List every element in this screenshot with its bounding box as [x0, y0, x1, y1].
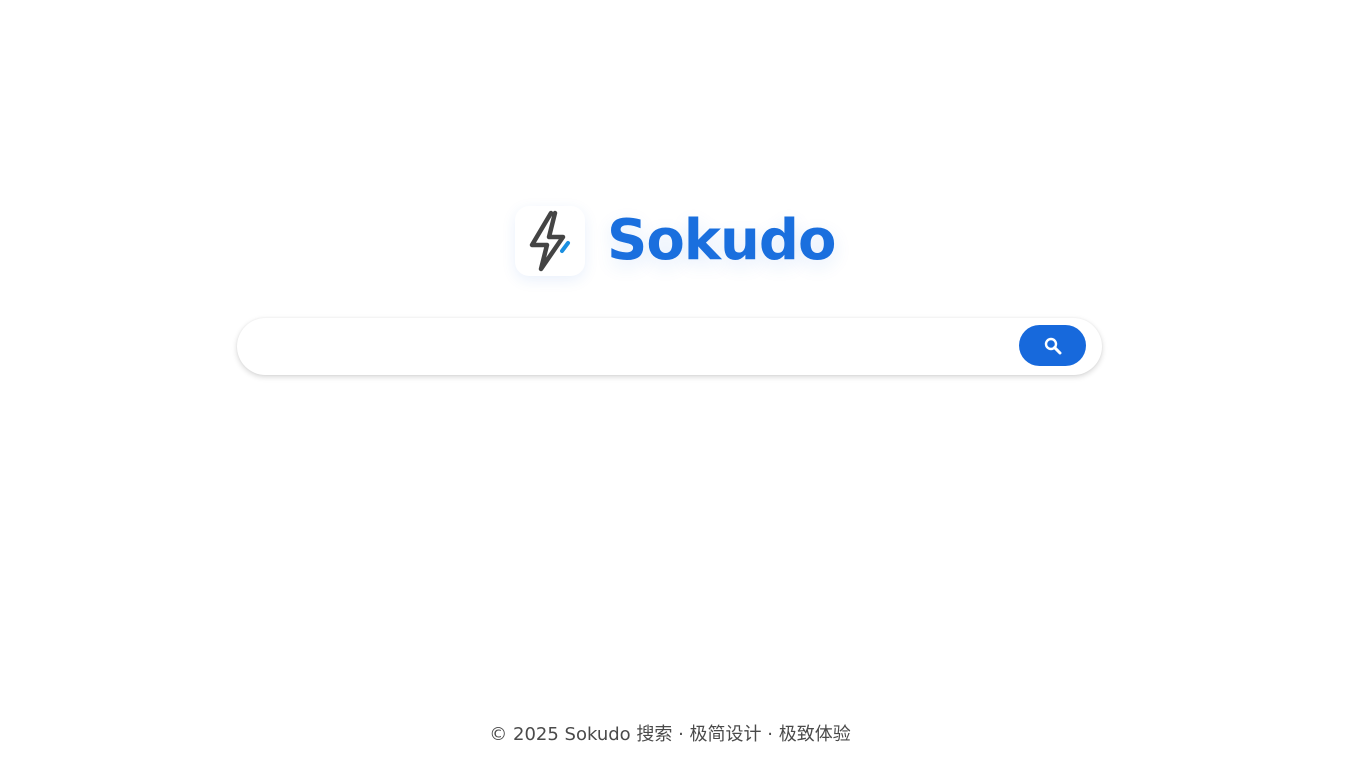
- brand-name: Sokudo: [607, 208, 836, 273]
- footer-text: © 2025 Sokudo 搜索 · 极简设计 · 极致体验: [489, 724, 851, 745]
- lightning-bolt-icon: [529, 210, 570, 272]
- search-input[interactable]: [265, 318, 1039, 377]
- home-page: Sokudo © 2025 Sokudo 搜索 · 极简设计 · 极致体验: [0, 0, 1350, 766]
- brand-header: Sokudo: [515, 204, 836, 278]
- search-bar: [237, 318, 1102, 377]
- logo: [515, 206, 585, 276]
- search-icon: [1044, 337, 1061, 354]
- search-button[interactable]: [1019, 325, 1086, 366]
